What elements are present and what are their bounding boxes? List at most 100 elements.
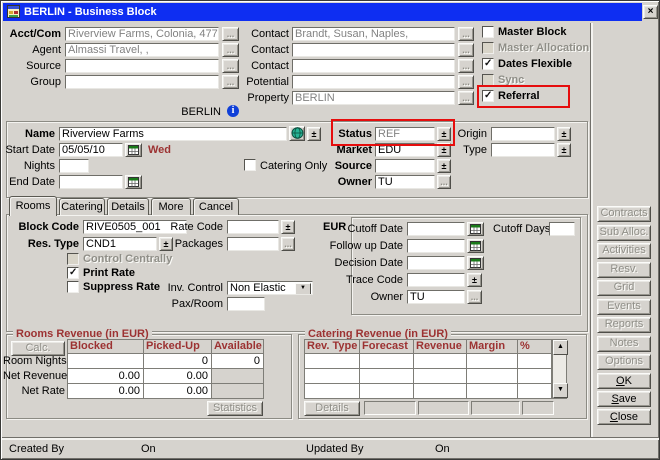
print-rate-checkbox[interactable]: ✓ bbox=[67, 267, 79, 279]
trace-code-lov-button[interactable]: ± bbox=[467, 273, 482, 287]
scroll-up-icon[interactable]: ▲ bbox=[553, 340, 568, 355]
info-icon[interactable]: i bbox=[227, 105, 239, 117]
tab-rooms[interactable]: Rooms bbox=[9, 196, 57, 216]
calendar-icon[interactable] bbox=[125, 143, 142, 157]
packages-browse-button[interactable]: ... bbox=[281, 237, 295, 251]
status-field[interactable]: REF bbox=[375, 127, 435, 141]
scroll-down-icon[interactable]: ▼ bbox=[553, 383, 568, 398]
table-cell bbox=[467, 354, 517, 368]
name-field[interactable]: Riverview Farms bbox=[59, 127, 287, 141]
catering-revenue-table: Rev. Type Forecast Revenue Margin % bbox=[304, 339, 552, 399]
ok-button[interactable]: OK bbox=[597, 373, 651, 389]
source2-lov-button[interactable]: ± bbox=[437, 159, 451, 173]
calendar-icon[interactable] bbox=[467, 239, 484, 253]
agent-field[interactable]: Almassi Travel, , bbox=[65, 43, 219, 57]
contact-1-label: Contact bbox=[237, 28, 289, 41]
close-button[interactable]: Close bbox=[597, 409, 651, 425]
pax-room-field[interactable] bbox=[227, 297, 265, 311]
grid-button: Grid bbox=[597, 280, 651, 296]
master-block-checkbox[interactable]: ✓ bbox=[482, 26, 494, 38]
calendar-icon[interactable] bbox=[125, 175, 142, 189]
catering-only-checkbox[interactable]: ✓ bbox=[244, 159, 256, 171]
business-block-window: BERLIN - Business Block × Acct/Com River… bbox=[0, 0, 660, 460]
group-field[interactable] bbox=[65, 75, 219, 89]
catering-table-scrollbar[interactable]: ▲ ▼ bbox=[552, 339, 567, 399]
nights-field[interactable] bbox=[59, 159, 89, 173]
potential-field[interactable] bbox=[292, 75, 455, 89]
owner-field[interactable]: TU bbox=[375, 175, 435, 189]
property-label: Property bbox=[237, 92, 289, 105]
contact-2-field[interactable] bbox=[292, 43, 455, 57]
calendar-icon[interactable] bbox=[467, 222, 484, 236]
block-code-label: Block Code bbox=[9, 221, 79, 234]
type-field[interactable] bbox=[491, 143, 555, 157]
contact-3-field[interactable] bbox=[292, 59, 455, 73]
referral-checkbox[interactable]: ✓ bbox=[482, 90, 494, 102]
source-label: Source bbox=[3, 60, 61, 73]
inv-control-select[interactable]: Non Elastic ▼ bbox=[227, 281, 313, 295]
suppress-rate-label: Suppress Rate bbox=[83, 281, 160, 294]
status-lov-button[interactable]: ± bbox=[437, 127, 451, 141]
end-date-field[interactable] bbox=[59, 175, 123, 189]
rate-code-field[interactable] bbox=[227, 220, 279, 234]
referral-label: Referral bbox=[498, 90, 540, 103]
close-icon[interactable]: × bbox=[643, 5, 658, 19]
origin-field[interactable] bbox=[491, 127, 555, 141]
type-lov-button[interactable]: ± bbox=[557, 143, 571, 157]
market-lov-button[interactable]: ± bbox=[437, 143, 451, 157]
rate-code-lov-button[interactable]: ± bbox=[281, 220, 295, 234]
potential-browse-button[interactable]: ... bbox=[458, 75, 474, 89]
calc-button: Calc. bbox=[11, 341, 65, 356]
table-cell bbox=[414, 354, 466, 368]
contact-2-browse-button[interactable]: ... bbox=[458, 43, 474, 57]
follow-up-date-field[interactable] bbox=[407, 239, 465, 253]
checkmark-icon: ✓ bbox=[484, 59, 492, 69]
follow-up-date-label: Follow up Date bbox=[327, 240, 403, 253]
potential-label: Potential bbox=[237, 76, 289, 89]
events-button: Events bbox=[597, 299, 651, 315]
updated-on-label: On bbox=[435, 443, 450, 456]
control-centrally-checkbox: ✓ bbox=[67, 253, 79, 265]
globe-icon[interactable] bbox=[289, 126, 305, 141]
origin-lov-button[interactable]: ± bbox=[557, 127, 571, 141]
row-label: Net Revenue bbox=[3, 370, 65, 383]
packages-field[interactable] bbox=[227, 237, 279, 251]
contact-1-browse-button[interactable]: ... bbox=[458, 27, 474, 41]
contact-1-field[interactable]: Brandt, Susan, Naples, bbox=[292, 27, 455, 41]
column-header: Forecast bbox=[360, 340, 413, 353]
suppress-rate-checkbox[interactable]: ✓ bbox=[67, 281, 79, 293]
calendar-icon[interactable] bbox=[467, 256, 484, 270]
details-button: Details bbox=[304, 401, 360, 416]
table-cell: 0.00 bbox=[68, 384, 143, 398]
packages-label: Packages bbox=[151, 238, 223, 251]
rooms-owner-field[interactable]: TU bbox=[407, 290, 465, 304]
tab-details[interactable]: Details bbox=[107, 198, 149, 215]
dates-flexible-checkbox[interactable]: ✓ bbox=[482, 58, 494, 70]
start-date-field[interactable]: 05/05/10 bbox=[59, 143, 123, 157]
cutoff-days-field[interactable] bbox=[549, 222, 575, 236]
contact-3-label: Contact bbox=[237, 60, 289, 73]
market-field[interactable]: EDU bbox=[375, 143, 435, 157]
source2-field[interactable] bbox=[375, 159, 435, 173]
tab-catering[interactable]: Catering bbox=[59, 198, 105, 215]
pax-room-label: Pax/Room bbox=[151, 298, 223, 311]
trace-code-field[interactable] bbox=[407, 273, 465, 287]
acct-com-field[interactable]: Riverview Farms, Colonia, 477 550-38 bbox=[65, 27, 219, 41]
chevron-down-icon[interactable]: ▼ bbox=[295, 283, 311, 295]
property-field[interactable]: BERLIN bbox=[292, 91, 455, 105]
cutoff-date-field[interactable] bbox=[407, 222, 465, 236]
contact-3-browse-button[interactable]: ... bbox=[458, 59, 474, 73]
tab-cancel[interactable]: Cancel bbox=[193, 198, 239, 215]
cutoff-date-label: Cutoff Date bbox=[327, 223, 403, 236]
property-browse-button[interactable]: ... bbox=[458, 91, 474, 105]
decision-date-field[interactable] bbox=[407, 256, 465, 270]
name-lov-button[interactable]: ± bbox=[307, 127, 321, 141]
source-field[interactable] bbox=[65, 59, 219, 73]
start-weekday-label: Wed bbox=[148, 144, 171, 157]
origin-label: Origin bbox=[453, 128, 487, 141]
summary-cell bbox=[471, 401, 520, 415]
table-cell bbox=[360, 354, 413, 368]
save-button[interactable]: Save bbox=[597, 391, 651, 407]
tab-more[interactable]: More bbox=[151, 198, 191, 215]
res-type-field[interactable]: CND1 bbox=[83, 237, 157, 251]
